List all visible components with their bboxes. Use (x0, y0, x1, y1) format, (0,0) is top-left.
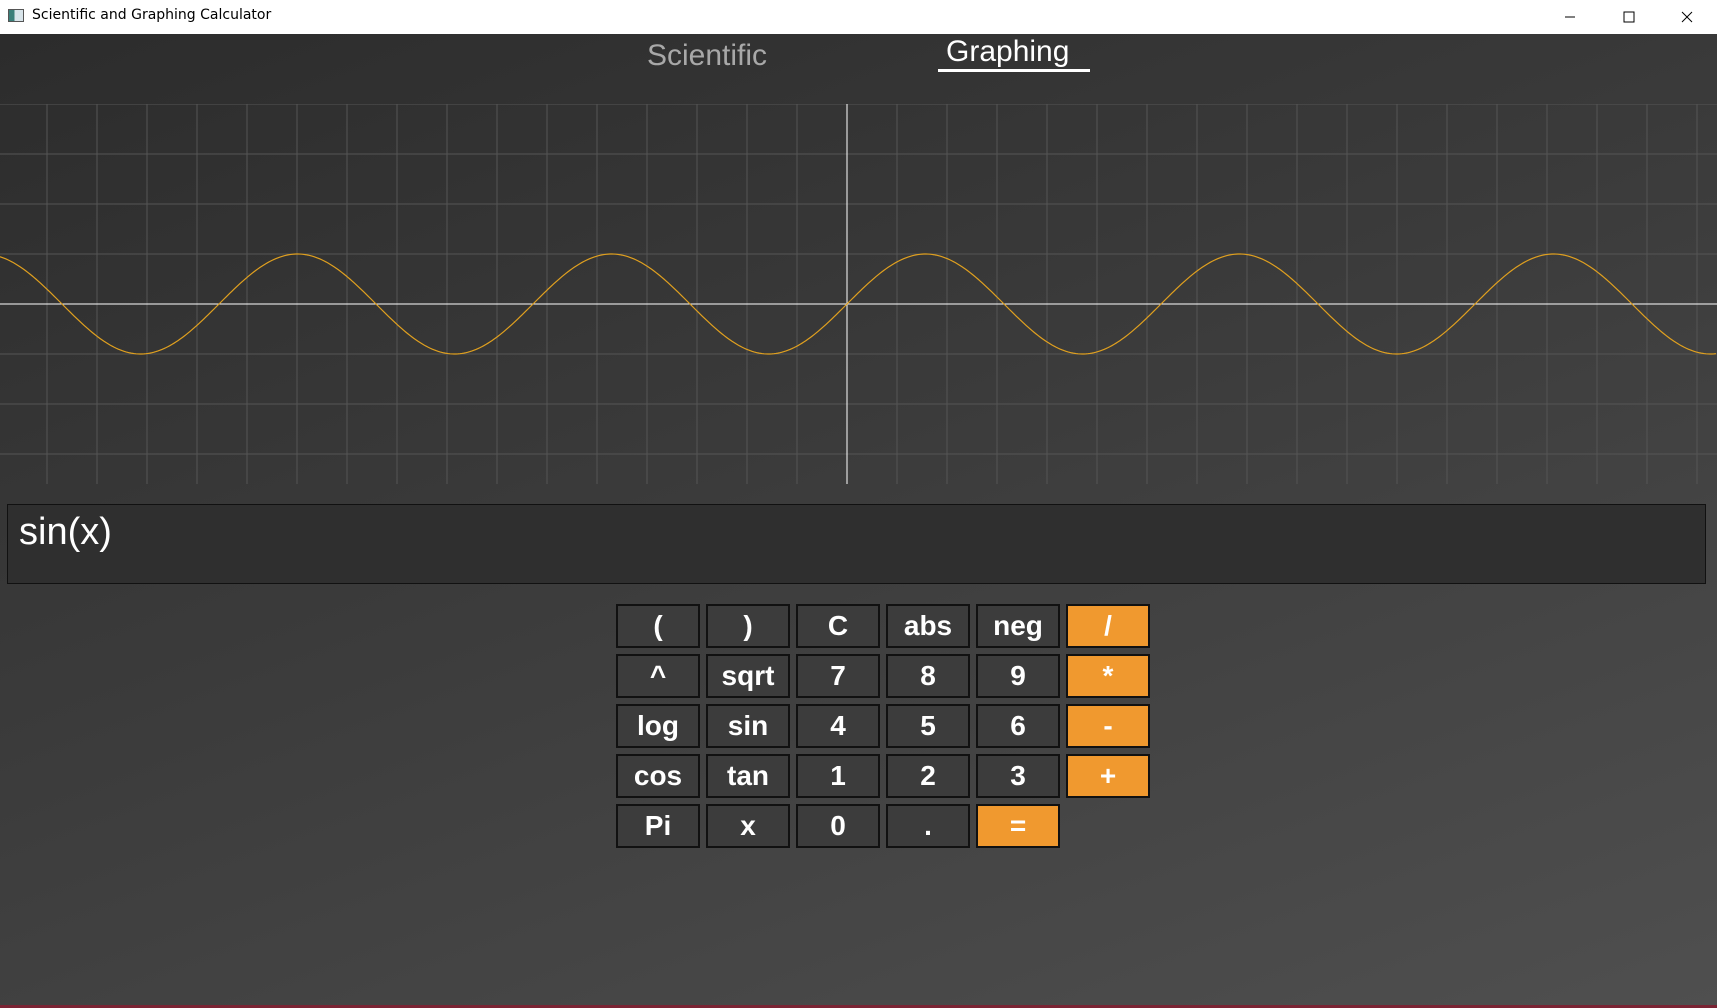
expression-input[interactable]: sin(x) (7, 504, 1706, 584)
key-8-button[interactable]: 8 (886, 654, 970, 698)
app-icon (8, 9, 24, 22)
window-title: Scientific and Graphing Calculator (32, 7, 272, 23)
calculator-content: Scientific Graphing sin(x) () Cabs neg / ^ sq… (0, 34, 1717, 1005)
key-tan-button[interactable]: tan (706, 754, 790, 798)
expression-text: sin(x) (19, 511, 112, 553)
graph-canvas[interactable] (0, 104, 1717, 484)
key-subtract-button[interactable]: - (1066, 704, 1150, 748)
key-close-paren-button[interactable]: ) (706, 604, 790, 648)
key-clear-button[interactable]: C (796, 604, 880, 648)
minimize-icon (1565, 16, 1575, 18)
key-equals-button[interactable]: = (976, 804, 1060, 848)
key-open-paren-button[interactable]: ( (616, 604, 700, 648)
key-pi-button[interactable]: Pi (616, 804, 700, 848)
close-button[interactable] (1658, 0, 1716, 34)
tab-graphing[interactable]: Graphing (946, 35, 1069, 69)
maximize-button[interactable] (1600, 0, 1658, 34)
key-multiply-button[interactable]: * (1066, 654, 1150, 698)
tab-scientific[interactable]: Scientific (647, 39, 767, 73)
key-3-button[interactable]: 3 (976, 754, 1060, 798)
key-6-button[interactable]: 6 (976, 704, 1060, 748)
minimize-button[interactable] (1541, 0, 1599, 34)
key-divide-button[interactable]: / (1066, 604, 1150, 648)
key-cos-button[interactable]: cos (616, 754, 700, 798)
key-power-button[interactable]: ^ (616, 654, 700, 698)
key-abs-button[interactable]: abs (886, 604, 970, 648)
key-log-button[interactable]: log (616, 704, 700, 748)
active-tab-indicator (938, 69, 1090, 72)
key-1-button[interactable]: 1 (796, 754, 880, 798)
key-x-button[interactable]: x (706, 804, 790, 848)
key-7-button[interactable]: 7 (796, 654, 880, 698)
key-add-button[interactable]: + (1066, 754, 1150, 798)
graph-grid (0, 104, 1717, 484)
key-sin-button[interactable]: sin (706, 704, 790, 748)
close-icon (1681, 11, 1693, 23)
key-sqrt-button[interactable]: sqrt (706, 654, 790, 698)
key-5-button[interactable]: 5 (886, 704, 970, 748)
key-4-button[interactable]: 4 (796, 704, 880, 748)
maximize-icon (1623, 11, 1635, 23)
key-decimal-button[interactable]: . (886, 804, 970, 848)
key-2-button[interactable]: 2 (886, 754, 970, 798)
calculator-window: Scientific and Graphing Calculator Scien… (0, 0, 1717, 1008)
key-neg-button[interactable]: neg (976, 604, 1060, 648)
key-0-button[interactable]: 0 (796, 804, 880, 848)
key-9-button[interactable]: 9 (976, 654, 1060, 698)
title-bar[interactable]: Scientific and Graphing Calculator (0, 0, 1717, 34)
